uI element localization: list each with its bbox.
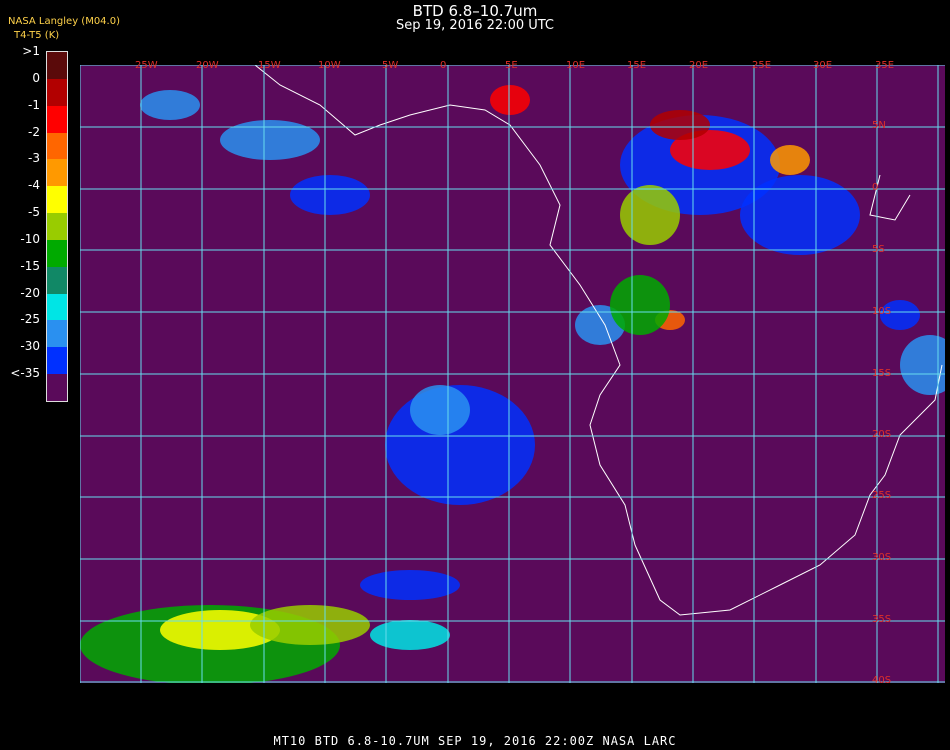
legend-label: >1	[22, 44, 40, 58]
legend-label: -10	[20, 231, 40, 246]
cloud-region	[360, 570, 460, 600]
longitude-label: 5E	[505, 60, 518, 71]
latitude-label: 35S	[872, 614, 892, 625]
cloud-region	[650, 110, 710, 140]
legend-label: <-35	[10, 366, 40, 381]
latitude-label: 5N	[872, 120, 886, 131]
legend-swatch	[47, 320, 67, 348]
legend-label: -3	[28, 151, 40, 166]
longitude-label: 25W	[135, 60, 158, 71]
cloud-region	[250, 605, 370, 645]
legend-label: -30	[20, 339, 40, 354]
map-canvas	[80, 65, 945, 683]
credit-label: NASA Langley (M04.0)	[8, 16, 120, 27]
longitude-label: 10E	[566, 60, 586, 71]
cloud-region	[410, 385, 470, 435]
legend-label: -25	[20, 312, 40, 327]
legend-label: -4	[28, 178, 40, 193]
legend-swatch	[47, 52, 67, 79]
longitude-label: 10W	[318, 60, 341, 71]
longitude-label: 30E	[813, 60, 833, 71]
latitude-label: 10S	[872, 306, 892, 317]
legend-label: -1	[28, 97, 40, 112]
cloud-region	[620, 185, 680, 245]
legend-label: -15	[20, 258, 40, 273]
legend-label: -2	[28, 124, 40, 139]
legend-swatch	[47, 186, 67, 214]
legend-swatch	[47, 347, 67, 375]
map-timestamp: Sep 19, 2016 22:00 UTC	[395, 18, 555, 33]
latitude-label: 5S	[872, 244, 885, 255]
cloud-region	[290, 175, 370, 215]
cloud-region	[610, 275, 670, 335]
latitude-label: 15S	[872, 368, 892, 379]
cloud-region	[490, 85, 530, 115]
cloud-region	[140, 90, 200, 120]
legend-label: -5	[28, 205, 40, 220]
satellite-map	[80, 65, 945, 683]
latitude-label: 20S	[872, 429, 892, 440]
legend-label: 0	[32, 70, 40, 85]
longitude-label: 0	[440, 60, 447, 71]
legend-swatch	[47, 105, 67, 133]
latitude-label: 0	[872, 182, 879, 193]
cloud-region	[370, 620, 450, 650]
cloud-region	[770, 145, 810, 175]
legend-swatch	[47, 374, 67, 401]
footer-caption: MT10 BTD 6.8-10.7UM SEP 19, 2016 22:00Z …	[273, 734, 677, 748]
cloud-region	[740, 175, 860, 255]
color-legend	[46, 51, 68, 402]
legend-swatch	[47, 132, 67, 160]
cloud-region	[220, 120, 320, 160]
latitude-label: 25S	[872, 490, 892, 501]
longitude-label: 15W	[258, 60, 281, 71]
longitude-label: 25E	[752, 60, 772, 71]
longitude-label: 35E	[875, 60, 895, 71]
latitude-label: 40S	[872, 675, 892, 686]
legend-swatch	[47, 266, 67, 294]
longitude-label: 15E	[627, 60, 647, 71]
longitude-label: 20W	[196, 60, 219, 71]
variable-label: T4-T5 (K)	[14, 30, 60, 41]
legend-label: -20	[20, 285, 40, 300]
latitude-label: 30S	[872, 552, 892, 563]
legend-swatch	[47, 239, 67, 267]
legend-swatch	[47, 78, 67, 106]
longitude-label: 5W	[382, 60, 399, 71]
legend-swatch	[47, 293, 67, 321]
legend-swatch	[47, 159, 67, 187]
longitude-label: 20E	[689, 60, 709, 71]
legend-swatch	[47, 213, 67, 240]
